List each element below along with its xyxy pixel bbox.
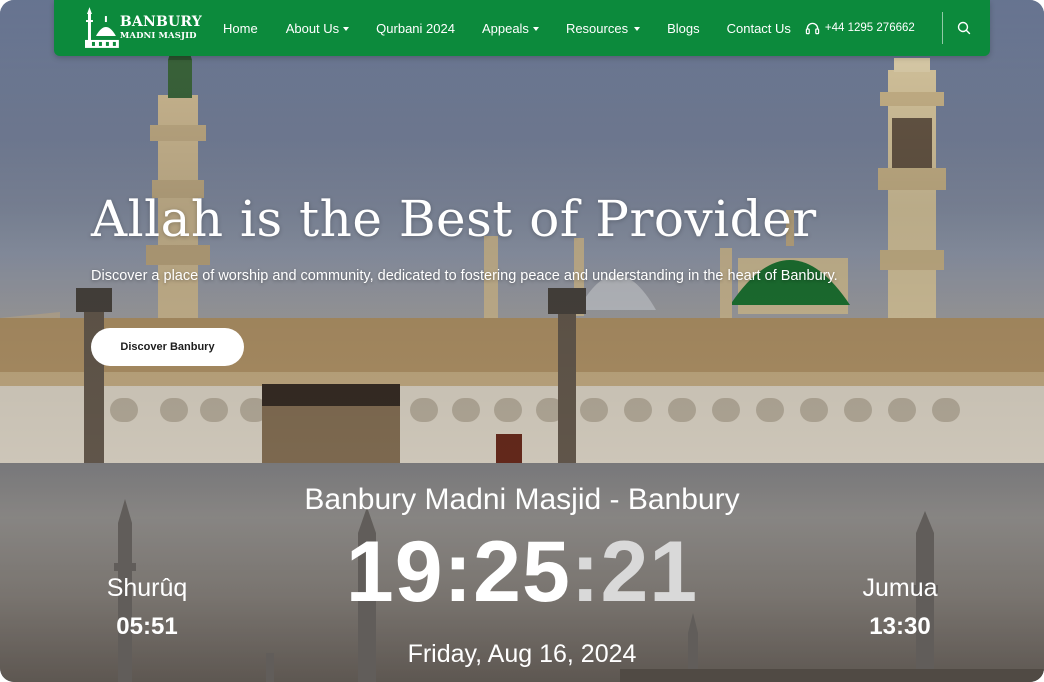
phone-link[interactable]: +44 1295 276662 [805,21,915,36]
nav-item-appeals[interactable]: Appeals [482,21,539,36]
nav-item-qurbani-2024[interactable]: Qurbani 2024 [376,21,455,36]
hero-subtitle: Discover a place of worship and communit… [91,268,838,284]
current-date: Friday, Aug 16, 2024 [407,640,637,668]
caret-down-icon [532,26,539,31]
logo-subtitle: MADNI MASJID [119,31,197,42]
main-nav: Home About Us Qurbani 2024 Appeals Resou… [216,0,975,56]
nav-item-contact-us[interactable]: Contact Us [727,21,791,36]
nav-item-blogs[interactable]: Blogs [667,21,700,36]
prayer-times-section: Banbury Madni Masjid - Banbury 19:25:21 … [0,463,1044,682]
top-navbar: BANBURY MADNI MASJID Home About Us Qurba… [54,0,990,56]
caret-down-icon [634,26,641,31]
page-frame: Allah is the Best of Provider Discover a… [0,0,1044,682]
nav-item-about-us[interactable]: About Us [286,21,350,36]
prayer-shuruq: Shurûq 05:51 [87,574,207,641]
caret-down-icon [343,26,350,31]
prayer-jumua: Jumua 13:30 [840,574,960,641]
search-icon [957,21,970,35]
prayer-name: Shurûq [106,574,188,602]
masjid-name: Banbury Madni Masjid - Banbury [304,483,740,516]
nav-item-resources[interactable]: Resources [566,21,641,36]
headset-icon [805,22,820,34]
prayer-name: Jumua [862,574,938,602]
discover-banbury-button[interactable]: Discover Banbury [91,328,244,366]
clock-hours-minutes: 19:25 [345,524,571,620]
search-button[interactable] [953,17,975,39]
logo-title: BANBURY [119,14,202,31]
mosque-logo-icon [84,7,119,48]
clock-seconds: 21 [600,524,699,620]
hero-section: Allah is the Best of Provider Discover a… [0,0,1044,463]
site-logo[interactable]: BANBURY MADNI MASJID [84,6,202,50]
nav-item-home[interactable]: Home [223,21,258,36]
prayer-time: 05:51 [116,613,178,640]
nav-divider [941,12,943,44]
clock-separator: : [570,524,601,620]
phone-number: +44 1295 276662 [824,22,915,34]
prayer-time: 13:30 [869,613,931,640]
hero-title: Allah is the Best of Provider [91,190,817,248]
